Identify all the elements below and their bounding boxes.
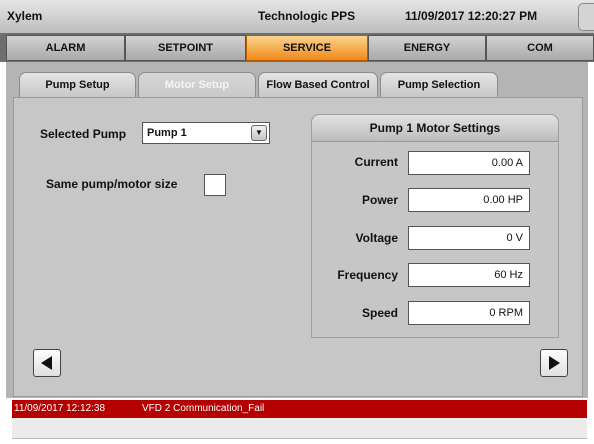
system-title: Technologic PPS	[258, 9, 356, 23]
previous-page-button[interactable]	[33, 349, 61, 377]
selected-pump-value: Pump 1	[147, 127, 187, 139]
tab-setpoint[interactable]: SETPOINT	[125, 35, 246, 61]
selected-pump-dropdown[interactable]: Pump 1 ▼	[142, 122, 270, 144]
current-datetime: 11/09/2017 12:20:27 PM	[405, 9, 538, 23]
power-label: Power	[361, 193, 398, 207]
tab-com[interactable]: COM	[486, 35, 594, 61]
alarm-message: VFD 2 Communication_Fail	[142, 403, 265, 414]
app-name: Xylem	[7, 9, 43, 23]
subtab-pump-selection[interactable]: Pump Selection	[380, 72, 498, 98]
voltage-field[interactable]: 0 V	[408, 226, 530, 250]
corner-tab-button[interactable]	[578, 3, 594, 31]
motor-settings-group: Pump 1 Motor Settings Current 0.00 A Pow…	[311, 114, 559, 338]
alarm-banner[interactable]: 11/09/2017 12:12:38 VFD 2 Communication_…	[12, 400, 587, 418]
title-bar: Xylem Technologic PPS 11/09/2017 12:20:2…	[0, 0, 594, 34]
subtab-pump-setup[interactable]: Pump Setup	[19, 72, 136, 98]
selected-pump-label: Selected Pump	[40, 127, 127, 141]
current-label: Current	[354, 155, 398, 169]
subtab-motor-setup[interactable]: Motor Setup	[138, 72, 256, 98]
frequency-label: Frequency	[337, 268, 398, 282]
speed-label: Speed	[361, 306, 398, 320]
frequency-field[interactable]: 60 Hz	[408, 263, 530, 287]
subtab-flow-based-control[interactable]: Flow Based Control	[258, 72, 378, 98]
power-field[interactable]: 0.00 HP	[408, 188, 530, 212]
same-size-checkbox[interactable]	[204, 174, 226, 196]
same-size-label: Same pump/motor size	[46, 177, 178, 191]
alarm-timestamp: 11/09/2017 12:12:38	[14, 403, 106, 414]
tab-alarm[interactable]: ALARM	[6, 35, 125, 61]
chevron-down-icon[interactable]: ▼	[251, 125, 267, 141]
voltage-label: Voltage	[355, 231, 398, 245]
triangle-left-icon	[41, 356, 52, 370]
current-field[interactable]: 0.00 A	[408, 151, 530, 175]
tab-service[interactable]: SERVICE	[246, 35, 368, 61]
tab-energy[interactable]: ENERGY	[368, 35, 486, 61]
alarm-list-area	[12, 418, 587, 439]
motor-settings-title: Pump 1 Motor Settings	[312, 115, 558, 142]
speed-field[interactable]: 0 RPM	[408, 301, 530, 325]
next-page-button[interactable]	[540, 349, 568, 377]
triangle-right-icon	[549, 356, 560, 370]
main-nav: ALARM SETPOINT SERVICE ENERGY COM	[0, 33, 594, 62]
